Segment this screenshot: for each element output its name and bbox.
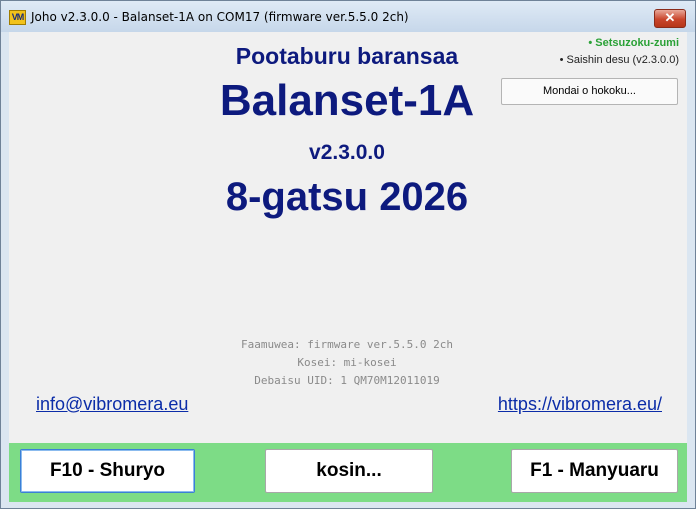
connection-status: • Setsuzoku-zumi	[588, 37, 679, 49]
window-title: Joho v2.3.0.0 - Balanset-1A on COM17 (fi…	[31, 10, 409, 24]
footer-bar: F10 - Shuryo kosin... F1 - Manyuaru	[9, 443, 687, 502]
about-window: VM Joho v2.3.0.0 - Balanset-1A on COM17 …	[0, 0, 696, 509]
website-link[interactable]: https://vibromera.eu/	[498, 394, 662, 415]
email-link[interactable]: info@vibromera.eu	[36, 394, 188, 415]
check-update-button[interactable]: kosin...	[265, 449, 433, 493]
device-uid: Debaisu UID: 1 QM70M12011019	[254, 374, 440, 387]
app-icon: VM	[9, 10, 26, 25]
calibration-info: Kosei: mi-kosei	[297, 356, 397, 369]
device-info: Faamuwea: firmware ver.5.5.0 2ch Kosei: …	[9, 336, 685, 390]
about-content: Pootaburu baransaa Balanset-1A v2.3.0.0 …	[9, 32, 687, 502]
firmware-info: Faamuwea: firmware ver.5.5.0 2ch	[241, 338, 453, 351]
manual-button[interactable]: F1 - Manyuaru	[511, 449, 678, 493]
exit-button[interactable]: F10 - Shuryo	[20, 449, 195, 493]
close-icon[interactable]: ✕	[654, 9, 686, 28]
release-date: 8-gatsu 2026	[225, 175, 469, 219]
title-bar[interactable]: VM Joho v2.3.0.0 - Balanset-1A on COM17 …	[1, 1, 695, 32]
product-version: v2.3.0.0	[309, 141, 385, 164]
update-status: • Saishin desu (v2.3.0.0)	[559, 54, 679, 66]
report-problem-button[interactable]: Mondai o hokoku...	[501, 78, 678, 105]
